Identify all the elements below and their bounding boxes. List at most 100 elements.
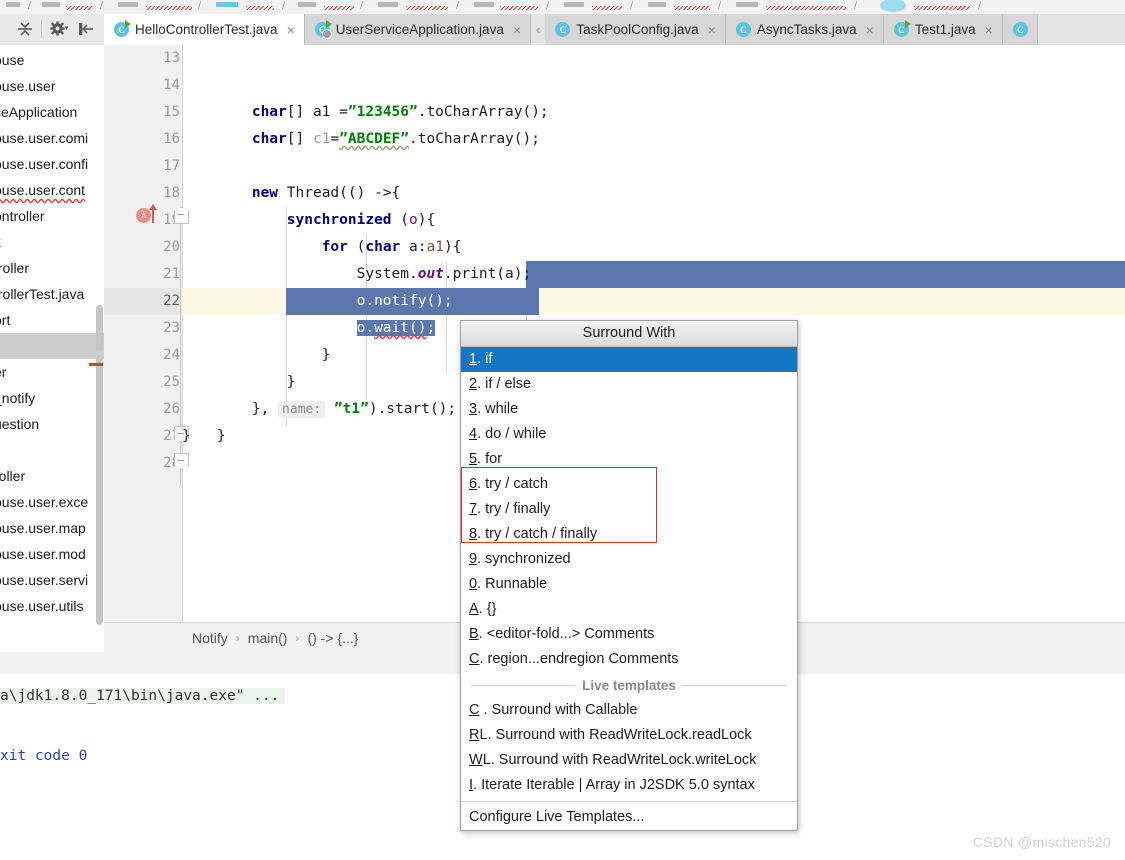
surround-item-4[interactable]: 4. do / while	[461, 422, 797, 447]
tab-overflow-partial[interactable]: C	[1002, 14, 1038, 45]
tab-close-icon[interactable]: ×	[985, 23, 993, 37]
item-label: . do / while	[477, 426, 547, 442]
crumb-squiggle	[406, 6, 448, 10]
code-line-14[interactable]: char[] a1 =”123456”.toCharArray();	[182, 72, 1125, 120]
tab-test1[interactable]: C Test1.java ×	[883, 14, 1003, 45]
project-tree-item[interactable]: ouse.user.utils	[0, 593, 104, 619]
project-tree-item[interactable]: k	[0, 229, 104, 255]
live-template-item[interactable]: I. Iterate Iterable | Array in J2SDK 5.0…	[461, 773, 797, 798]
code-line-22[interactable]: o.wait();	[182, 288, 1125, 336]
project-tree-item[interactable]: ouse.user.comi	[0, 125, 104, 151]
lambda-gutter-marker[interactable]: λ	[136, 204, 170, 225]
project-tree-item[interactable]	[0, 333, 104, 359]
breadcrumb-lambda[interactable]: () -> {...}	[307, 630, 358, 646]
project-tree-item[interactable]: troller	[0, 255, 104, 281]
line-number: 27	[163, 428, 180, 444]
surround-item-5[interactable]: 5. for	[461, 447, 797, 472]
surround-item-0[interactable]: 0. Runnable	[461, 572, 797, 597]
project-tree-item-label: trollerTest.java	[0, 286, 85, 302]
collapse-all-icon[interactable]	[14, 18, 36, 40]
breadcrumb-separator-icon: ›	[235, 630, 240, 645]
tab-scroll-left-icon[interactable]: ‹	[531, 14, 546, 45]
item-label: . Iterate Iterable | Array in J2SDK 5.0 …	[473, 777, 755, 793]
crumb-separator: /	[630, 0, 634, 12]
item-mnemonic: 5	[469, 451, 478, 467]
surround-item-8[interactable]: 8. try / catch / finally	[461, 522, 797, 547]
hide-panel-icon[interactable]	[75, 18, 97, 40]
project-tree-scrollbar-track[interactable]	[96, 355, 103, 625]
project-tree-item[interactable]	[0, 437, 104, 463]
surround-item-3[interactable]: 3. while	[461, 397, 797, 422]
project-tree-item-label: ort	[0, 312, 11, 328]
console-command-line: a\jdk1.8.0_171\bin\java.exe" ...	[0, 688, 286, 704]
crumb-separator: /	[978, 0, 982, 12]
tab-taskpoolconfig[interactable]: C TaskPoolConfig.java ×	[545, 14, 726, 45]
error-stripe-mark	[89, 363, 103, 366]
tab-close-icon[interactable]: ×	[513, 23, 521, 37]
tab-hellocontrollertest[interactable]: C HelloControllerTest.java ×	[104, 14, 305, 45]
line-number: 13	[163, 50, 180, 66]
arrow-up-icon	[149, 204, 157, 223]
live-template-item[interactable]: RL. Surround with ReadWriteLock.readLock	[461, 723, 797, 748]
top-breadcrumb-strip: / / / / / / / / / / /	[0, 0, 1125, 15]
breadcrumb-main[interactable]: main()	[248, 630, 288, 646]
live-templates-label: Live templates	[582, 677, 676, 693]
project-tree-item[interactable]: ouse.user.servi	[0, 567, 104, 593]
project-tree-item[interactable]: ort	[0, 307, 104, 333]
live-template-item[interactable]: C . Surround with Callable	[461, 698, 797, 723]
breadcrumb-separator-icon: ›	[295, 630, 300, 645]
code-line-17[interactable]: new Thread(() ->{	[182, 153, 1125, 201]
settings-gear-icon[interactable]	[48, 18, 70, 40]
project-tree-item[interactable]: ouse.user.confi	[0, 151, 104, 177]
tab-close-icon[interactable]: ×	[708, 23, 716, 37]
editor-gutter[interactable]: 13 14 15 16 17 18 19 20 21 22 23 24 25 26 27 28 λ	[104, 45, 189, 622]
project-tree-item[interactable]: _notify	[0, 385, 104, 411]
live-template-item[interactable]: WL. Surround with ReadWriteLock.writeLoc…	[461, 748, 797, 773]
project-tree-item[interactable]: uestion	[0, 411, 104, 437]
line-number: 24	[163, 347, 180, 363]
code-line-15[interactable]: char[] c1=”ABCDEF”.toCharArray();	[182, 99, 1125, 147]
configure-live-templates-item[interactable]: Configure Live Templates...	[461, 805, 797, 830]
code-line-18[interactable]: synchronized (o){	[182, 180, 1125, 228]
surround-item-9[interactable]: 9. synchronized	[461, 547, 797, 572]
code-line-19[interactable]: for (char a:a1){	[182, 207, 1125, 255]
surround-item-c[interactable]: C. region...endregion Comments	[461, 647, 797, 672]
crumb-separator: /	[28, 0, 32, 12]
project-tree-item[interactable]: roller	[0, 463, 104, 489]
project-tree-scrollbar[interactable]	[96, 305, 103, 351]
surround-item-6[interactable]: 6. try / catch	[461, 472, 797, 497]
code-line-21[interactable]: o.notify();	[182, 261, 1125, 309]
tab-close-icon[interactable]: ×	[287, 23, 295, 37]
item-mnemonic: 0	[469, 576, 478, 592]
surround-item-1[interactable]: 1. if	[461, 347, 797, 372]
project-tree-item[interactable]: ouse.user.exce	[0, 489, 104, 515]
surround-with-popup[interactable]: Surround With 1. if 2. if / else 3. while 4…	[460, 320, 798, 831]
crumb-chip	[378, 2, 398, 7]
surround-item-2[interactable]: 2. if / else	[461, 372, 797, 397]
console-exit-line: xit code 0	[0, 748, 88, 764]
crumb-chip	[474, 2, 494, 7]
code-line-20[interactable]: System.out.print(a);	[182, 234, 1125, 282]
project-tree-item[interactable]: ouse	[0, 47, 104, 73]
tab-asynctasks[interactable]: C AsyncTasks.java ×	[725, 14, 884, 45]
project-tree-item[interactable]: ouse.user.mod	[0, 541, 104, 567]
project-tree-panel[interactable]: ouse ouse.user ceApplication ouse.user.comi…	[0, 45, 105, 651]
project-tree-item[interactable]: ouse.user.cont	[0, 177, 104, 203]
crumb-chip	[216, 2, 238, 7]
project-tree-item[interactable]: ouse.user	[0, 73, 104, 99]
item-label: . if	[477, 351, 493, 367]
project-tree-item[interactable]: ouse.user.map	[0, 515, 104, 541]
tab-close-icon[interactable]: ×	[866, 23, 874, 37]
tab-userserviceapplication[interactable]: C UserServiceApplication.java ×	[304, 14, 532, 45]
project-tree-item-label: ouse.user.confi	[0, 156, 89, 172]
surround-item-7[interactable]: 7. try / finally	[461, 497, 797, 522]
surround-item-b[interactable]: B. <editor-fold...> Comments	[461, 622, 797, 647]
crumb-chip	[564, 2, 584, 7]
project-tree-item[interactable]: trollerTest.java	[0, 281, 104, 307]
breadcrumb-notify[interactable]: Notify	[192, 630, 228, 646]
crumb-squiggle	[500, 6, 538, 10]
crumb-chip	[736, 2, 758, 7]
surround-item-a[interactable]: A. {}	[461, 597, 797, 622]
project-tree-item[interactable]: ceApplication	[0, 99, 104, 125]
project-tree-item[interactable]: ontroller	[0, 203, 104, 229]
